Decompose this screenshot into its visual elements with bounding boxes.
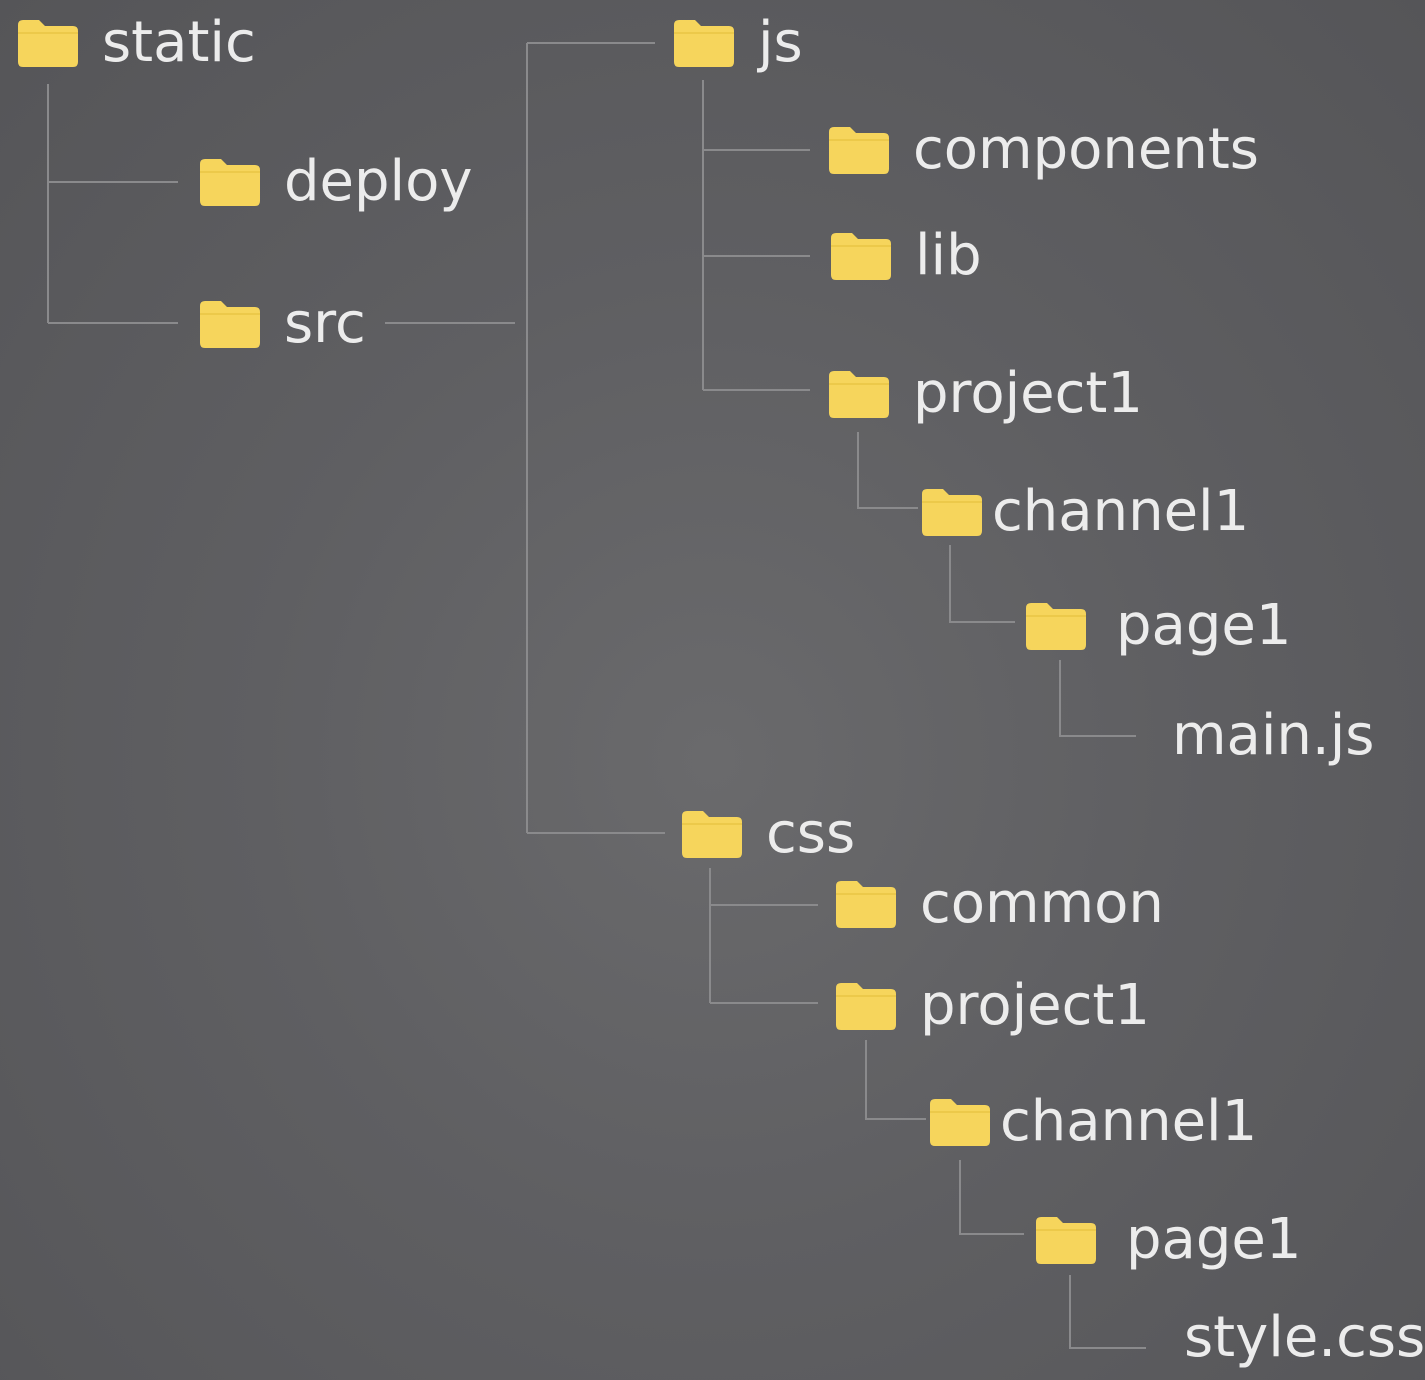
folder-label: components xyxy=(913,117,1259,182)
folder-label: css xyxy=(766,801,856,866)
folder-lib[interactable]: lib xyxy=(829,216,982,296)
folder-label: js xyxy=(758,10,803,75)
folder-icon xyxy=(834,980,898,1032)
folder-icon xyxy=(827,124,891,176)
folder-icon xyxy=(920,486,984,538)
folder-src[interactable]: src xyxy=(198,284,366,364)
folder-common[interactable]: common xyxy=(834,864,1164,944)
folder-static[interactable]: static xyxy=(16,3,256,83)
folder-css-project1[interactable]: project1 xyxy=(834,966,1150,1046)
folder-label: deploy xyxy=(284,149,473,214)
folder-icon xyxy=(834,878,898,930)
folder-deploy[interactable]: deploy xyxy=(198,142,473,222)
folder-icon xyxy=(928,1096,992,1148)
folder-label: static xyxy=(102,10,256,75)
folder-icon xyxy=(672,17,736,69)
folder-icon xyxy=(827,368,891,420)
folder-icon xyxy=(198,298,262,350)
folder-label: channel1 xyxy=(1000,1089,1258,1154)
file-main-js[interactable]: main.js xyxy=(1172,696,1374,776)
folder-icon xyxy=(1024,600,1088,652)
folder-label: page1 xyxy=(1116,593,1292,658)
folder-css[interactable]: css xyxy=(680,794,855,874)
folder-label: channel1 xyxy=(992,479,1250,544)
folder-icon xyxy=(198,156,262,208)
folder-label: page1 xyxy=(1126,1207,1302,1272)
folder-icon xyxy=(1034,1214,1098,1266)
folder-icon xyxy=(16,17,80,69)
folder-label: src xyxy=(284,291,366,356)
folder-js[interactable]: js xyxy=(672,3,803,83)
folder-js-page1[interactable]: page1 xyxy=(1024,586,1292,666)
file-style-css[interactable]: style.css xyxy=(1184,1298,1425,1378)
folder-css-page1[interactable]: page1 xyxy=(1034,1200,1302,1280)
folder-label: project1 xyxy=(913,361,1143,426)
file-label: main.js xyxy=(1172,703,1375,768)
folder-js-channel1[interactable]: channel1 xyxy=(920,472,1249,552)
file-label: style.css xyxy=(1184,1305,1425,1370)
folder-css-channel1[interactable]: channel1 xyxy=(928,1082,1257,1162)
folder-label: lib xyxy=(915,223,982,288)
folder-icon xyxy=(680,808,744,860)
folder-label: common xyxy=(920,871,1164,936)
folder-js-project1[interactable]: project1 xyxy=(827,354,1143,434)
folder-icon xyxy=(829,230,893,282)
folder-components[interactable]: components xyxy=(827,110,1259,190)
folder-label: project1 xyxy=(920,973,1150,1038)
